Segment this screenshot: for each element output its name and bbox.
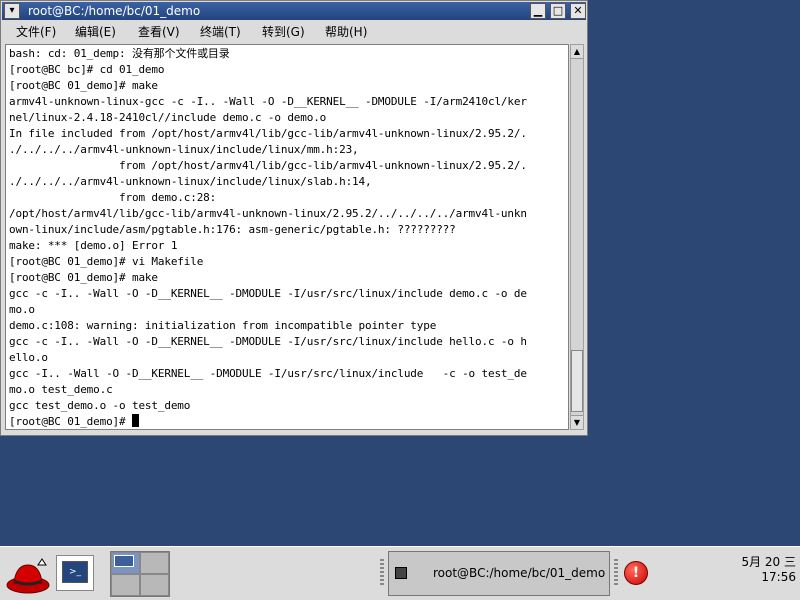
menu-terminal[interactable]: 终端(T) — [200, 21, 241, 43]
menu-help[interactable]: 帮助(H) — [325, 21, 367, 43]
text-cursor — [131, 414, 139, 427]
terminal-line: bash: cd: 01_demp: 没有那个文件或目录 — [9, 47, 230, 60]
terminal-line: armv4l-unknown-linux-gcc -c -I.. -Wall -… — [9, 95, 527, 108]
terminal-launcher[interactable]: >_ — [56, 555, 94, 591]
terminal-line: ello.o — [9, 351, 48, 364]
terminal-line: gcc test_demo.o -o test_demo — [9, 399, 191, 412]
terminal-line: mo.o test_demo.c — [9, 383, 113, 396]
terminal-prompt-line: [root@BC 01_demo]# — [9, 414, 139, 429]
terminal-line: gcc -c -I.. -Wall -O -D__KERNEL__ -DMODU… — [9, 287, 527, 300]
terminal-line: from /opt/host/armv4l/lib/gcc-lib/armv4l… — [9, 159, 527, 172]
alert-icon[interactable]: ! — [624, 561, 648, 585]
tasklist-grip[interactable] — [380, 559, 384, 587]
scrollbar-thumb[interactable] — [571, 350, 583, 412]
notification-grip[interactable] — [614, 559, 618, 587]
terminal-line: [root@BC 01_demo]# vi Makefile — [9, 255, 204, 268]
menu-go[interactable]: 转到(G) — [262, 21, 305, 43]
scroll-down-icon[interactable]: ▼ — [571, 415, 583, 429]
terminal-line: from demo.c:28: — [9, 191, 217, 204]
scroll-up-icon[interactable]: ▲ — [571, 45, 583, 59]
redhat-icon[interactable] — [6, 557, 50, 595]
clock-time: 17:56 — [761, 570, 796, 584]
maximize-button[interactable]: □ — [550, 3, 566, 19]
terminal-line: demo.c:108: warning: initialization from… — [9, 319, 437, 332]
menu-view[interactable]: 查看(V) — [138, 21, 180, 43]
workspace-4[interactable] — [140, 574, 169, 596]
terminal-line: gcc -I.. -Wall -O -D__KERNEL__ -DMODULE … — [9, 367, 527, 380]
menu-file[interactable]: 文件(F) — [16, 21, 56, 43]
window-menu-icon[interactable]: ▾ — [4, 3, 20, 19]
terminal-window[interactable]: ▾ root@BC:/home/bc/01_demo ▁ □ ✕ 文件(F) 编… — [0, 0, 588, 436]
terminal-line: nel/linux-2.4.18-2410cl//include demo.c … — [9, 111, 327, 124]
terminal-output[interactable]: bash: cd: 01_demp: 没有那个文件或目录 [root@BC bc… — [5, 44, 569, 430]
vertical-scrollbar[interactable]: ▲ ▼ — [570, 44, 584, 430]
workspace-1[interactable] — [111, 552, 140, 574]
menu-edit[interactable]: 编辑(E) — [75, 21, 116, 43]
window-title: root@BC:/home/bc/01_demo — [28, 4, 201, 18]
terminal-line: In file included from /opt/host/armv4l/l… — [9, 127, 527, 140]
terminal-line: /opt/host/armv4l/lib/gcc-lib/armv4l-unkn… — [9, 207, 527, 220]
menu-bar: 文件(F) 编辑(E) 查看(V) 终端(T) 转到(G) 帮助(H) — [2, 21, 586, 43]
panel-clock[interactable]: 5月 20 三 17:56 — [728, 555, 796, 585]
terminal-line: [root@BC 01_demo]# make — [9, 271, 158, 284]
close-button[interactable]: ✕ — [570, 3, 586, 19]
workspace-2[interactable] — [140, 552, 169, 574]
workspace-window-thumb — [114, 555, 134, 567]
terminal-line: [root@BC bc]# cd 01_demo — [9, 63, 165, 76]
bottom-panel: >_ root@BC:/home/bc/01_demo ! 5月 20 三 17… — [0, 546, 800, 600]
terminal-prompt: [root@BC 01_demo]# — [9, 415, 132, 428]
minimize-button[interactable]: ▁ — [530, 3, 546, 19]
terminal-line: own-linux/include/asm/pgtable.h:176: asm… — [9, 223, 456, 236]
workspace-3[interactable] — [111, 574, 140, 596]
terminal-line: make: *** [demo.o] Error 1 — [9, 239, 178, 252]
taskbar-item-terminal[interactable]: root@BC:/home/bc/01_demo — [388, 551, 610, 596]
terminal-line: ./../../../armv4l-unknown-linux/include/… — [9, 143, 359, 156]
terminal-icon: >_ — [62, 561, 88, 583]
title-bar[interactable]: ▾ root@BC:/home/bc/01_demo ▁ □ ✕ — [2, 2, 586, 20]
clock-date: 5月 20 三 — [741, 555, 796, 569]
terminal-task-icon — [395, 567, 407, 579]
terminal-line: ./../../../armv4l-unknown-linux/include/… — [9, 175, 372, 188]
terminal-line: mo.o — [9, 303, 35, 316]
terminal-line: gcc -c -I.. -Wall -O -D__KERNEL__ -DMODU… — [9, 335, 527, 348]
taskbar-item-label: root@BC:/home/bc/01_demo — [433, 566, 606, 580]
terminal-line: [root@BC 01_demo]# make — [9, 79, 158, 92]
workspace-pager[interactable] — [110, 551, 170, 597]
